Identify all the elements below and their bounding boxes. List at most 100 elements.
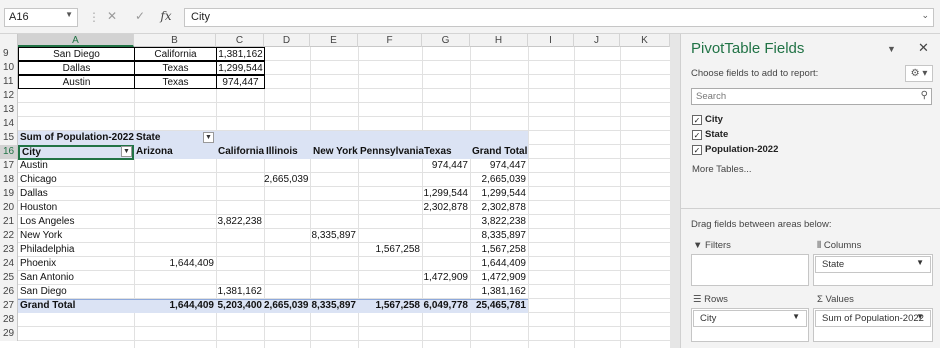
- chevron-down-icon[interactable]: ▼: [792, 312, 800, 321]
- pivot-row-label[interactable]: San Diego: [20, 285, 134, 299]
- cell[interactable]: 1,299,544: [470, 187, 528, 201]
- chevron-down-icon[interactable]: ▼: [916, 258, 924, 267]
- cell[interactable]: 3,822,238: [470, 215, 528, 229]
- field-item-population[interactable]: ✓ Population-2022: [692, 144, 778, 155]
- cell[interactable]: San Diego: [18, 47, 135, 61]
- column-header-f[interactable]: F: [358, 34, 422, 47]
- gear-icon[interactable]: ⚙ ▾: [905, 65, 933, 82]
- cell[interactable]: 2,665,039: [264, 299, 310, 313]
- cell[interactable]: 1,381,162: [216, 47, 265, 61]
- pivot-row-label[interactable]: San Antonio: [20, 271, 134, 285]
- column-header-a[interactable]: A: [18, 34, 134, 47]
- row-header[interactable]: 15: [0, 131, 18, 145]
- more-tables-link[interactable]: More Tables...: [692, 164, 752, 175]
- cell[interactable]: 1,567,258: [358, 243, 422, 257]
- cell[interactable]: Austin: [18, 75, 135, 89]
- cell[interactable]: Dallas: [18, 61, 135, 75]
- pivot-row-label[interactable]: New York: [20, 229, 134, 243]
- cell[interactable]: 1,472,909: [470, 271, 528, 285]
- pivot-column-label[interactable]: New York: [313, 145, 358, 159]
- pivot-column-label[interactable]: Arizona: [136, 145, 216, 159]
- name-box[interactable]: A16 ▼: [4, 8, 78, 27]
- cell[interactable]: 25,465,781: [470, 299, 528, 313]
- cell[interactable]: 2,302,878: [422, 201, 470, 215]
- select-all-corner[interactable]: [0, 34, 18, 47]
- column-header-i[interactable]: I: [528, 34, 574, 47]
- worksheet-grid[interactable]: A B C D E F G H I J K 9 San Diego Califo…: [0, 34, 670, 348]
- row-header[interactable]: 24: [0, 257, 18, 271]
- cancel-icon[interactable]: ✕: [102, 9, 122, 23]
- row-header[interactable]: 14: [0, 117, 18, 131]
- pivot-value-caption[interactable]: Sum of Population-2022: [20, 131, 134, 145]
- filters-drop-area[interactable]: [691, 254, 809, 286]
- values-field-chip[interactable]: Sum of Population-2022 ▼: [815, 310, 931, 327]
- filter-dropdown-icon[interactable]: ▼: [121, 146, 132, 157]
- column-header-b[interactable]: B: [134, 34, 216, 47]
- cell[interactable]: 1,644,409: [470, 257, 528, 271]
- pivot-column-label[interactable]: Pennsylvania: [360, 145, 424, 159]
- pivot-column-label[interactable]: Grand Total: [472, 145, 528, 159]
- cell[interactable]: 2,302,878: [470, 201, 528, 215]
- cell[interactable]: 1,567,258: [358, 299, 422, 313]
- cell[interactable]: 1,472,909: [422, 271, 470, 285]
- row-header[interactable]: 27: [0, 299, 18, 313]
- column-header-d[interactable]: D: [264, 34, 310, 47]
- cell[interactable]: 974,447: [216, 75, 265, 89]
- column-header-h[interactable]: H: [470, 34, 528, 47]
- pivot-row-label[interactable]: Dallas: [20, 187, 134, 201]
- row-header[interactable]: 12: [0, 89, 18, 103]
- field-item-state[interactable]: ✓ State: [692, 129, 728, 140]
- insert-function-button[interactable]: fx: [156, 9, 176, 23]
- row-header[interactable]: 9: [0, 47, 18, 61]
- checkbox-checked-icon[interactable]: ✓: [692, 145, 702, 155]
- cell[interactable]: 1,644,409: [134, 299, 216, 313]
- cell[interactable]: 8,335,897: [310, 229, 358, 243]
- row-header[interactable]: 29: [0, 327, 18, 341]
- row-header[interactable]: 11: [0, 75, 18, 89]
- pivot-row-label[interactable]: Phoenix: [20, 257, 134, 271]
- cell[interactable]: 1,299,544: [216, 61, 265, 75]
- row-header[interactable]: 25: [0, 271, 18, 285]
- enter-icon[interactable]: ✓: [130, 9, 150, 23]
- formula-input[interactable]: City ⌄: [184, 8, 934, 27]
- filter-dropdown-icon[interactable]: ▼: [203, 132, 214, 143]
- pivot-row-label[interactable]: Grand Total: [20, 299, 134, 313]
- row-header[interactable]: 19: [0, 187, 18, 201]
- cell[interactable]: California: [134, 47, 217, 61]
- column-header-k[interactable]: K: [620, 34, 670, 47]
- cell[interactable]: 974,447: [470, 159, 528, 173]
- pivot-column-label[interactable]: Texas: [424, 145, 470, 159]
- cell[interactable]: 6,049,778: [422, 299, 470, 313]
- field-item-city[interactable]: ✓ City: [692, 114, 723, 125]
- cell[interactable]: 1,299,544: [422, 187, 470, 201]
- cell[interactable]: 3,822,238: [216, 215, 264, 229]
- row-header[interactable]: 23: [0, 243, 18, 257]
- row-header[interactable]: 17: [0, 159, 18, 173]
- cell[interactable]: 1,567,258: [470, 243, 528, 257]
- pane-options-icon[interactable]: ▼: [887, 44, 896, 54]
- column-header-e[interactable]: E: [310, 34, 358, 47]
- pivot-row-label[interactable]: Houston: [20, 201, 134, 215]
- cell[interactable]: 2,665,039: [264, 173, 310, 187]
- columns-field-chip[interactable]: State ▼: [815, 256, 931, 273]
- pivot-row-label[interactable]: Philadelphia: [20, 243, 134, 257]
- row-header[interactable]: 18: [0, 173, 18, 187]
- row-header[interactable]: 22: [0, 229, 18, 243]
- cell[interactable]: 8,335,897: [310, 299, 358, 313]
- column-header-j[interactable]: J: [574, 34, 620, 47]
- row-header[interactable]: 26: [0, 285, 18, 299]
- cell[interactable]: 8,335,897: [470, 229, 528, 243]
- cell[interactable]: 1,644,409: [134, 257, 216, 271]
- row-header[interactable]: 10: [0, 61, 18, 75]
- chevron-down-icon[interactable]: ▼: [916, 312, 924, 321]
- pivot-column-label[interactable]: Illinois: [266, 145, 310, 159]
- checkbox-checked-icon[interactable]: ✓: [692, 130, 702, 140]
- rows-field-chip[interactable]: City ▼: [693, 310, 807, 327]
- row-header[interactable]: 21: [0, 215, 18, 229]
- column-header-c[interactable]: C: [216, 34, 264, 47]
- chevron-down-icon[interactable]: ▼: [65, 10, 73, 19]
- row-header[interactable]: 20: [0, 201, 18, 215]
- pivot-row-field-label[interactable]: City: [18, 145, 134, 160]
- cell[interactable]: 974,447: [422, 159, 470, 173]
- checkbox-checked-icon[interactable]: ✓: [692, 115, 702, 125]
